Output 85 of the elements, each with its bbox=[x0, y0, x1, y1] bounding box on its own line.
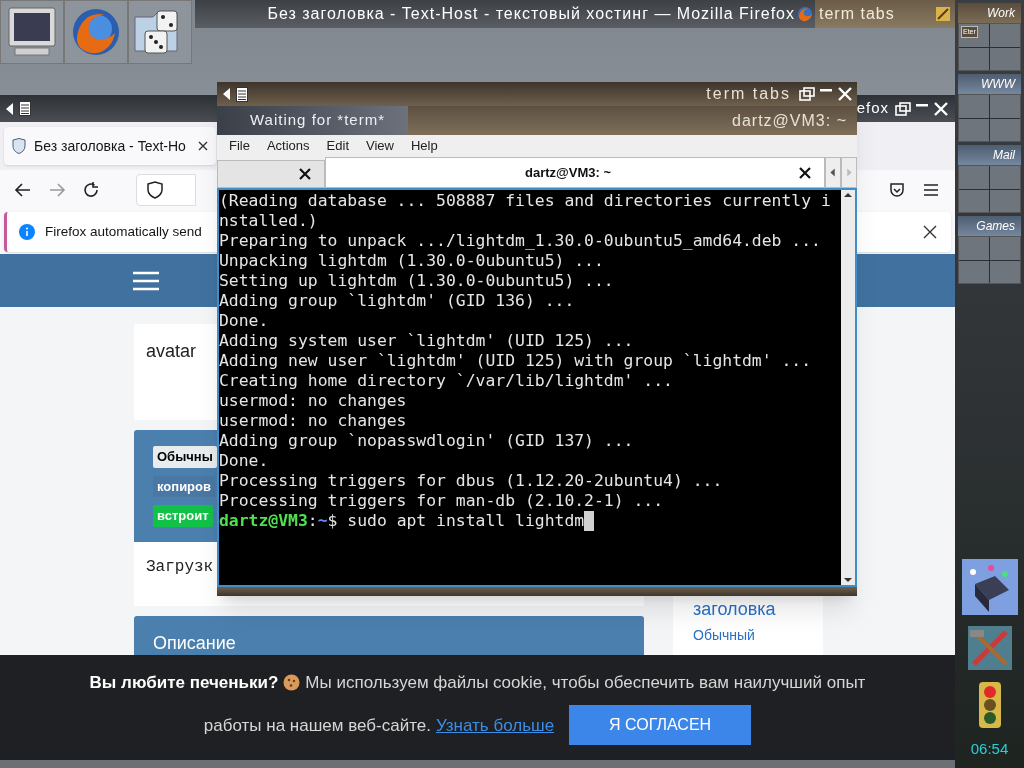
accept-button[interactable]: Я СОГЛАСЕН bbox=[569, 705, 752, 746]
info-icon bbox=[19, 224, 35, 240]
reload-icon[interactable] bbox=[82, 181, 100, 199]
forward-icon[interactable] bbox=[48, 181, 66, 199]
menu-item[interactable]: Help bbox=[410, 135, 438, 156]
window-title: term tabs bbox=[706, 84, 791, 104]
section-heading: Описание bbox=[153, 633, 236, 653]
avatar-label: avatar bbox=[146, 341, 197, 361]
terminal-line: Unpacking lightdm (1.30.0-0ubuntu5) ... bbox=[219, 251, 604, 271]
menu-item[interactable]: Edit bbox=[326, 135, 349, 156]
cookie-icon bbox=[283, 674, 301, 691]
close-icon[interactable] bbox=[198, 141, 208, 151]
arrow-icon[interactable] bbox=[6, 102, 13, 115]
side-link[interactable]: заголовка bbox=[693, 599, 803, 619]
menu-icon[interactable] bbox=[19, 101, 31, 116]
menu-item[interactable]: View bbox=[366, 135, 394, 156]
terminal-line: Processing triggers for dbus (1.12.20-2ubuntu4) ... bbox=[219, 471, 723, 491]
notification-text: Firefox automatically send bbox=[45, 222, 202, 241]
close-icon[interactable] bbox=[923, 225, 937, 239]
side-item[interactable]: Обычный bbox=[693, 625, 803, 646]
terminal-line: Processing triggers for man-db (2.10.2-1) ... bbox=[219, 491, 664, 511]
terminal-line: Done. bbox=[219, 451, 269, 471]
menu-item[interactable]: File bbox=[229, 135, 250, 156]
cookie-text: Мы используем файлы cookie, чтобы обеспечить вам наилучший опыт bbox=[305, 671, 866, 694]
window-title: efox bbox=[856, 98, 889, 119]
monitor-icon[interactable] bbox=[7, 6, 57, 58]
shield-icon bbox=[12, 138, 26, 154]
learn-more-link[interactable]: Узнать больше bbox=[435, 712, 555, 738]
desk-pager[interactable] bbox=[958, 165, 1021, 213]
text-cursor bbox=[584, 511, 595, 531]
terminal-line: Creating home directory `/var/lib/lightdm' ... bbox=[219, 371, 673, 391]
scroll-left-icon[interactable] bbox=[825, 157, 841, 188]
desk-label[interactable]: WWW bbox=[958, 74, 1021, 94]
taskbar-item[interactable]: dartz@VM3: ~ bbox=[408, 106, 857, 135]
menu-icon[interactable] bbox=[923, 183, 939, 197]
terminal-line: usermod: no changes bbox=[219, 391, 407, 411]
loading-text: Загрузк bbox=[146, 558, 214, 576]
terminal-line: Adding group `lightdm' (GID 136) ... bbox=[219, 291, 575, 311]
close-icon[interactable] bbox=[298, 167, 312, 181]
terminal-line: Setting up lightdm (1.30.0-0ubuntu5) ... bbox=[219, 271, 614, 291]
restore-icon[interactable] bbox=[895, 101, 911, 116]
cookie-text: работы на нашем веб-сайте. bbox=[203, 714, 431, 737]
shield-icon[interactable] bbox=[147, 181, 163, 199]
terminal-line: (Reading database ... 508887 files and directories currently i bbox=[219, 191, 831, 211]
globe-fox-icon bbox=[797, 6, 813, 22]
taskbar-item[interactable]: term tabs bbox=[815, 0, 955, 28]
desk-pager[interactable] bbox=[958, 94, 1021, 142]
desk-label[interactable]: Work bbox=[958, 3, 1021, 23]
scroll-down-icon[interactable] bbox=[843, 575, 853, 585]
restore-icon[interactable] bbox=[799, 87, 815, 101]
scroll-up-icon[interactable] bbox=[843, 190, 853, 200]
desk-pager[interactable] bbox=[958, 236, 1021, 284]
arrow-icon[interactable] bbox=[223, 88, 230, 100]
scrollbar[interactable] bbox=[841, 190, 855, 585]
cube-icon[interactable] bbox=[960, 557, 1019, 616]
terminal-line: Done. bbox=[219, 311, 269, 331]
terminal-line: Adding group `nopasswdlogin' (GID 137) ... bbox=[219, 431, 634, 451]
taskbar-item[interactable]: Waiting for *term* bbox=[217, 106, 408, 135]
tag[interactable]: Обычны bbox=[153, 446, 217, 468]
menu-icon[interactable] bbox=[236, 86, 248, 102]
browser-tab[interactable]: Без заголовка - Text-Ho bbox=[4, 127, 216, 165]
tag[interactable]: копиров bbox=[153, 475, 215, 497]
hammer-pencil-icon[interactable] bbox=[965, 623, 1014, 672]
clock: 06:54 bbox=[970, 738, 1009, 759]
terminal-line: Adding new user `lightdm' (UID 125) with group `lightdm' ... bbox=[219, 351, 812, 371]
close-icon[interactable] bbox=[798, 165, 812, 180]
terminal-line: Preparing to unpack .../lightdm_1.30.0-0ubuntu5_amd64.deb ... bbox=[219, 231, 821, 251]
pencil-icon bbox=[935, 6, 951, 22]
menu-item[interactable]: Actions bbox=[266, 135, 310, 156]
desk-label[interactable]: Mail bbox=[958, 145, 1021, 165]
terminal-line: usermod: no changes bbox=[219, 411, 407, 431]
back-icon[interactable] bbox=[14, 181, 32, 199]
terminal-line: Adding system user `lightdm' (UID 125) ... bbox=[219, 331, 634, 351]
desk-label[interactable]: Games bbox=[958, 216, 1021, 236]
prompt-path: ~ bbox=[317, 511, 328, 531]
taskbar-item[interactable]: Без заголовка - Text-Host - текстовый хостинг — Mozilla Firefox bbox=[195, 0, 815, 28]
prompt-command: $ sudo apt install lightdm bbox=[327, 511, 585, 531]
address-field[interactable] bbox=[136, 174, 196, 206]
prompt-separator: : bbox=[307, 511, 318, 531]
terminal-tab[interactable]: dartz@VM3: ~ bbox=[325, 157, 825, 188]
prompt-user: dartz@VM3 bbox=[219, 511, 308, 531]
terminal-line: nstalled.) bbox=[219, 211, 318, 231]
hamburger-icon[interactable] bbox=[133, 270, 159, 291]
cookie-title: Вы любите печеньки? bbox=[89, 671, 279, 694]
pocket-icon[interactable] bbox=[889, 182, 905, 198]
